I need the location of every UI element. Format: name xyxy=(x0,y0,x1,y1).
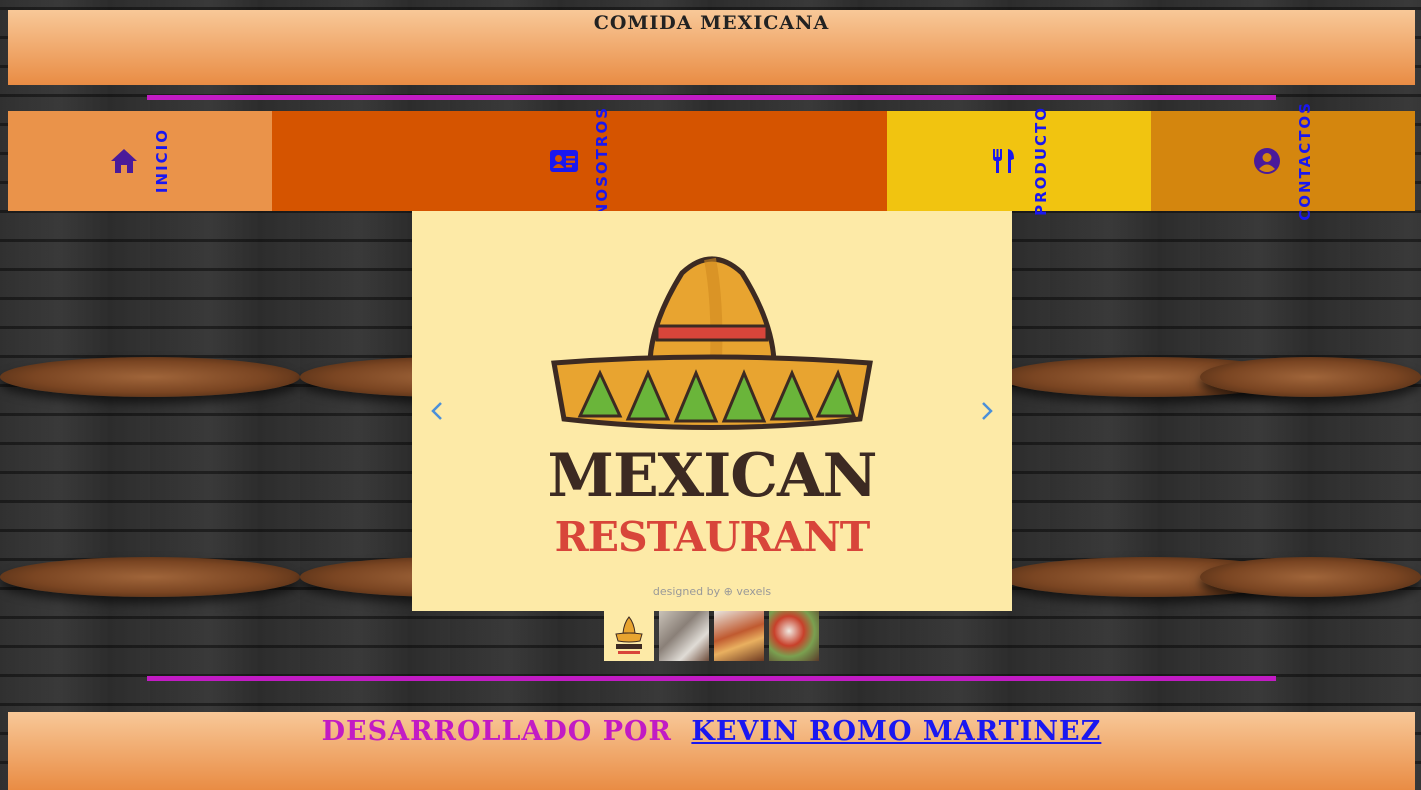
nav-label-inicio: INICIO xyxy=(153,128,171,194)
site-footer: DESARROLLADO POR KEVIN ROMO MARTINEZ xyxy=(8,712,1415,790)
background-table xyxy=(1200,357,1421,397)
nav-item-inicio[interactable]: INICIO xyxy=(8,111,272,211)
home-icon xyxy=(111,149,137,173)
bottom-divider xyxy=(147,676,1276,681)
sombrero-logo-icon xyxy=(551,256,873,430)
user-circle-icon xyxy=(1254,148,1280,174)
background-table xyxy=(1200,557,1421,597)
background-table xyxy=(0,357,300,397)
logo-title: MEXICAN xyxy=(547,441,878,511)
thumbnail-logo[interactable] xyxy=(604,611,654,661)
nav-label-contactos: CONTACTOS xyxy=(1296,101,1314,221)
carousel-thumbnails xyxy=(604,611,824,661)
image-carousel: MEXICAN RESTAURANT designed by ⊕ vexels xyxy=(412,211,1012,611)
nav-item-contactos[interactable]: CONTACTOS xyxy=(1151,101,1415,221)
main-nav: INICIO NOSOTROS PRODUCTO CONTACTOS xyxy=(8,101,1415,221)
chevron-right-icon xyxy=(982,402,993,420)
logo-subtitle: RESTAURANT xyxy=(554,513,871,561)
footer-prefix: DESARROLLADO POR xyxy=(321,716,672,747)
thumbnail-food-3[interactable] xyxy=(769,611,819,661)
thumbnail-food-1[interactable] xyxy=(659,611,709,661)
utensils-icon xyxy=(993,149,1014,173)
id-card-icon xyxy=(549,150,578,172)
image-credit: designed by ⊕ vexels xyxy=(652,585,772,598)
sombrero-thumb-icon xyxy=(615,616,643,654)
nav-item-nosotros[interactable]: NOSOTROS xyxy=(272,106,887,216)
top-divider xyxy=(147,95,1276,100)
nav-item-producto[interactable]: PRODUCTO xyxy=(887,106,1151,216)
thumbnail-food-2[interactable] xyxy=(714,611,764,661)
footer-credit: DESARROLLADO POR KEVIN ROMO MARTINEZ xyxy=(8,716,1415,747)
site-header: COMIDA MEXICANA xyxy=(8,10,1415,85)
background-table xyxy=(0,557,300,597)
carousel-prev-button[interactable] xyxy=(425,397,449,425)
nav-label-nosotros: NOSOTROS xyxy=(592,105,611,217)
author-link[interactable]: KEVIN ROMO MARTINEZ xyxy=(691,716,1101,747)
carousel-next-button[interactable] xyxy=(975,397,999,425)
nav-label-producto: PRODUCTO xyxy=(1032,106,1050,216)
chevron-left-icon xyxy=(431,402,442,420)
page-title: COMIDA MEXICANA xyxy=(593,12,830,34)
